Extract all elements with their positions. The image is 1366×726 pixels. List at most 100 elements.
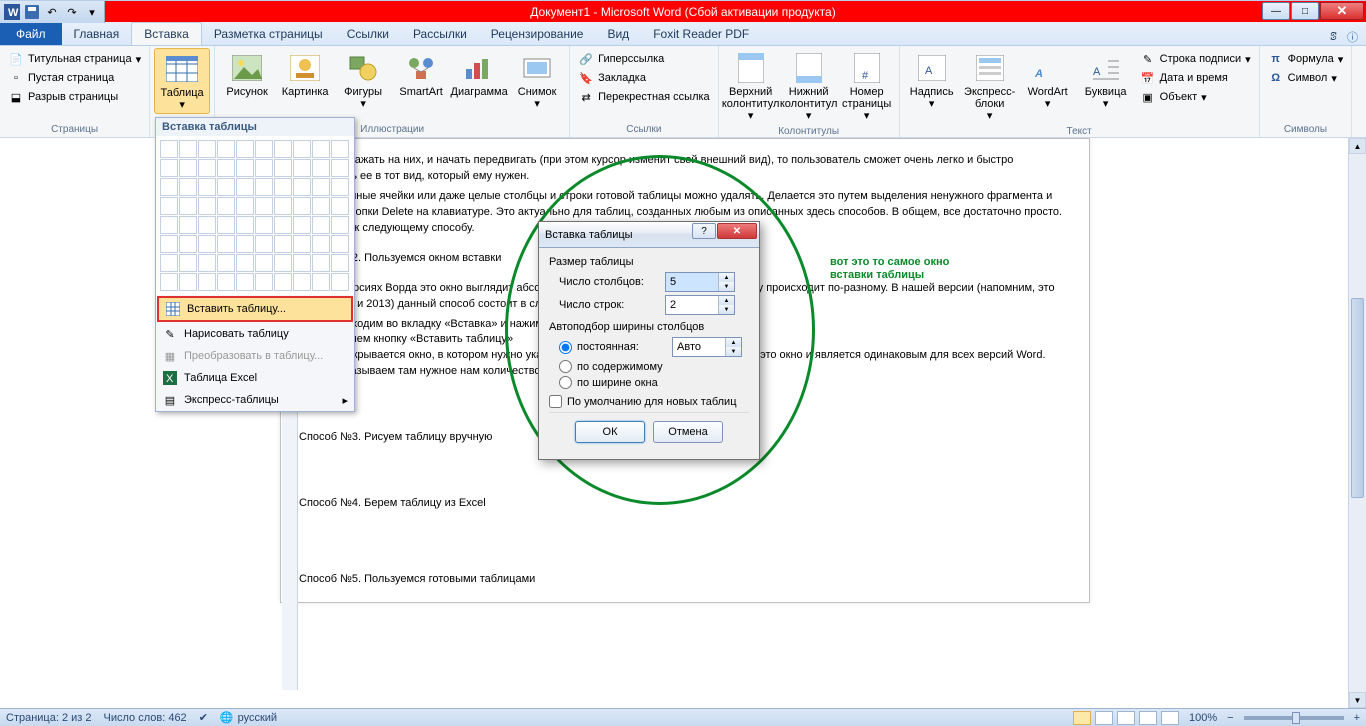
grid-cell[interactable]: [331, 235, 349, 253]
redo-icon[interactable]: ↷: [63, 3, 81, 21]
grid-cell[interactable]: [274, 273, 292, 291]
zoom-in-icon[interactable]: +: [1354, 712, 1360, 724]
grid-cell[interactable]: [293, 140, 311, 158]
grid-cell[interactable]: [198, 254, 216, 272]
ribbon-minimize-icon[interactable]: ꕷ: [1330, 31, 1337, 44]
tab-view[interactable]: Вид: [595, 23, 641, 45]
grid-cell[interactable]: [293, 159, 311, 177]
grid-cell[interactable]: [179, 235, 197, 253]
draft-view[interactable]: [1161, 711, 1179, 725]
vertical-scrollbar[interactable]: ▲ ▼: [1348, 138, 1366, 708]
table-grid-picker[interactable]: [156, 136, 354, 295]
grid-cell[interactable]: [160, 273, 178, 291]
grid-cell[interactable]: [274, 235, 292, 253]
spin-up-icon[interactable]: ▲: [719, 273, 734, 282]
maximize-button[interactable]: □: [1291, 2, 1319, 20]
spin-up-icon[interactable]: ▲: [726, 338, 741, 347]
grid-cell[interactable]: [236, 273, 254, 291]
zoom-level[interactable]: 100%: [1189, 712, 1217, 724]
grid-cell[interactable]: [312, 197, 330, 215]
word-count[interactable]: Число слов: 462: [104, 712, 187, 724]
zoom-out-icon[interactable]: −: [1227, 712, 1233, 724]
grid-cell[interactable]: [331, 197, 349, 215]
cols-spinner[interactable]: ▲▼: [665, 272, 735, 292]
tab-insert[interactable]: Вставка: [131, 22, 202, 45]
smartart-button[interactable]: SmartArt: [393, 48, 449, 100]
language-status[interactable]: 🌐русский: [220, 711, 277, 724]
grid-cell[interactable]: [312, 178, 330, 196]
fixed-spinner[interactable]: ▲▼: [672, 337, 742, 357]
grid-cell[interactable]: [255, 235, 273, 253]
zoom-slider[interactable]: [1244, 716, 1344, 720]
grid-cell[interactable]: [293, 235, 311, 253]
grid-cell[interactable]: [274, 197, 292, 215]
grid-cell[interactable]: [331, 140, 349, 158]
grid-cell[interactable]: [217, 254, 235, 272]
grid-cell[interactable]: [274, 216, 292, 234]
scroll-thumb[interactable]: [1351, 298, 1364, 498]
close-button[interactable]: ✕: [1320, 2, 1364, 20]
grid-cell[interactable]: [255, 254, 273, 272]
web-view[interactable]: [1117, 711, 1135, 725]
grid-cell[interactable]: [331, 178, 349, 196]
tab-home[interactable]: Главная: [62, 23, 132, 45]
grid-cell[interactable]: [179, 140, 197, 158]
qat-more-icon[interactable]: ▾: [83, 3, 101, 21]
screenshot-button[interactable]: Снимок▾: [509, 48, 565, 112]
grid-cell[interactable]: [236, 140, 254, 158]
grid-cell[interactable]: [179, 254, 197, 272]
grid-cell[interactable]: [255, 216, 273, 234]
grid-cell[interactable]: [255, 178, 273, 196]
scroll-down-icon[interactable]: ▼: [1349, 692, 1366, 708]
grid-cell[interactable]: [217, 273, 235, 291]
grid-cell[interactable]: [236, 178, 254, 196]
grid-cell[interactable]: [198, 235, 216, 253]
textbox-button[interactable]: AНадпись ▾: [904, 48, 960, 112]
grid-cell[interactable]: [331, 216, 349, 234]
grid-cell[interactable]: [293, 254, 311, 272]
grid-cell[interactable]: [160, 159, 178, 177]
spin-up-icon[interactable]: ▲: [719, 296, 734, 305]
clipart-button[interactable]: Картинка: [277, 48, 333, 100]
chart-button[interactable]: Диаграмма: [451, 48, 507, 100]
grid-cell[interactable]: [179, 178, 197, 196]
tab-refs[interactable]: Ссылки: [335, 23, 401, 45]
window-radio[interactable]: [559, 376, 572, 389]
grid-cell[interactable]: [179, 273, 197, 291]
cancel-button[interactable]: Отмена: [653, 421, 723, 443]
grid-cell[interactable]: [236, 235, 254, 253]
dropcap-button[interactable]: AБуквица ▾: [1078, 48, 1134, 112]
fullscreen-view[interactable]: [1095, 711, 1113, 725]
grid-cell[interactable]: [198, 178, 216, 196]
grid-cell[interactable]: [255, 159, 273, 177]
grid-cell[interactable]: [179, 159, 197, 177]
spin-down-icon[interactable]: ▼: [719, 305, 734, 314]
tab-file[interactable]: Файл: [0, 23, 62, 45]
shapes-button[interactable]: Фигуры▾: [335, 48, 391, 112]
minimize-button[interactable]: —: [1262, 2, 1290, 20]
draw-table-item[interactable]: ✎Нарисовать таблицу: [156, 323, 354, 345]
grid-cell[interactable]: [255, 197, 273, 215]
grid-cell[interactable]: [293, 197, 311, 215]
grid-cell[interactable]: [293, 216, 311, 234]
grid-cell[interactable]: [198, 273, 216, 291]
grid-cell[interactable]: [255, 140, 273, 158]
equation-button[interactable]: πФормула ▾: [1266, 50, 1346, 68]
spellcheck-icon[interactable]: ✔: [199, 711, 208, 724]
grid-cell[interactable]: [331, 273, 349, 291]
scroll-up-icon[interactable]: ▲: [1349, 138, 1366, 154]
grid-cell[interactable]: [312, 216, 330, 234]
grid-cell[interactable]: [160, 254, 178, 272]
hyperlink-button[interactable]: 🔗Гиперссылка: [576, 50, 712, 68]
grid-cell[interactable]: [198, 140, 216, 158]
rows-spinner[interactable]: ▲▼: [665, 295, 735, 315]
default-checkbox[interactable]: [549, 395, 562, 408]
grid-cell[interactable]: [217, 159, 235, 177]
excel-table-item[interactable]: XТаблица Excel: [156, 367, 354, 389]
signature-button[interactable]: ✎Строка подписи ▾: [1138, 50, 1253, 68]
content-radio[interactable]: [559, 360, 572, 373]
footer-button[interactable]: Нижний колонтитул ▾: [781, 48, 837, 124]
quick-tables-item[interactable]: ▤Экспресс-таблицы▸: [156, 389, 354, 411]
grid-cell[interactable]: [236, 159, 254, 177]
rows-input[interactable]: [666, 296, 718, 314]
